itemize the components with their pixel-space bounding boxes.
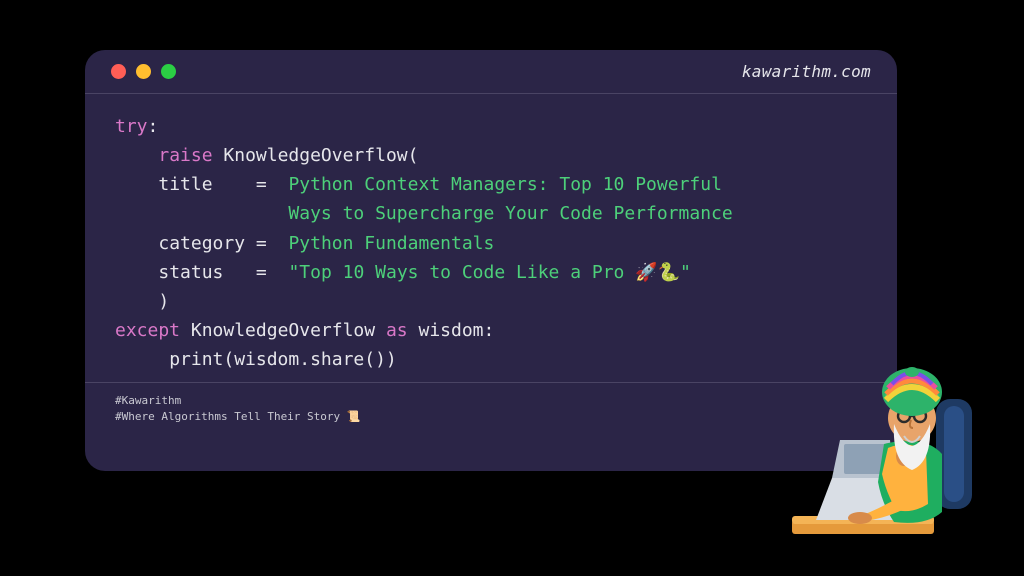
equals: = [245, 262, 267, 283]
lparen: ( [408, 145, 419, 166]
param-title: title [158, 174, 212, 195]
equals: = [245, 233, 267, 254]
window-controls [111, 64, 176, 79]
code-block: try: raise KnowledgeOverflow( title = Py… [85, 94, 897, 382]
site-label: kawarithm.com [742, 62, 871, 81]
var-wisdom: wisdom [418, 320, 483, 341]
print-call: print(wisdom.share()) [169, 349, 397, 370]
colon: : [148, 116, 159, 137]
category-value: Python Fundamentals [288, 233, 494, 254]
kw-except: except [115, 320, 180, 341]
titlebar: kawarithm.com [85, 50, 897, 94]
hashtag-tagline: #Where Algorithms Tell Their Story 📜 [115, 409, 867, 425]
title-value-l2: Ways to Supercharge Your Code Performanc… [288, 203, 732, 224]
equals: = [245, 174, 267, 195]
kw-raise: raise [158, 145, 212, 166]
class-name: KnowledgeOverflow [223, 145, 407, 166]
rparen: ) [158, 291, 169, 312]
minimize-icon[interactable] [136, 64, 151, 79]
kw-as: as [386, 320, 408, 341]
except-class: KnowledgeOverflow [191, 320, 375, 341]
kw-try: try [115, 116, 148, 137]
hashtag-brand: #Kawarithm [115, 393, 867, 409]
maximize-icon[interactable] [161, 64, 176, 79]
colon: : [484, 320, 495, 341]
title-value-l1: Python Context Managers: Top 10 Powerful [288, 174, 721, 195]
status-value: "Top 10 Ways to Code Like a Pro 🚀🐍" [288, 262, 690, 283]
terminal-window: kawarithm.com try: raise KnowledgeOverfl… [85, 50, 897, 471]
close-icon[interactable] [111, 64, 126, 79]
param-status: status [158, 262, 223, 283]
param-category: category [158, 233, 245, 254]
footer: #Kawarithm #Where Algorithms Tell Their … [85, 382, 897, 439]
